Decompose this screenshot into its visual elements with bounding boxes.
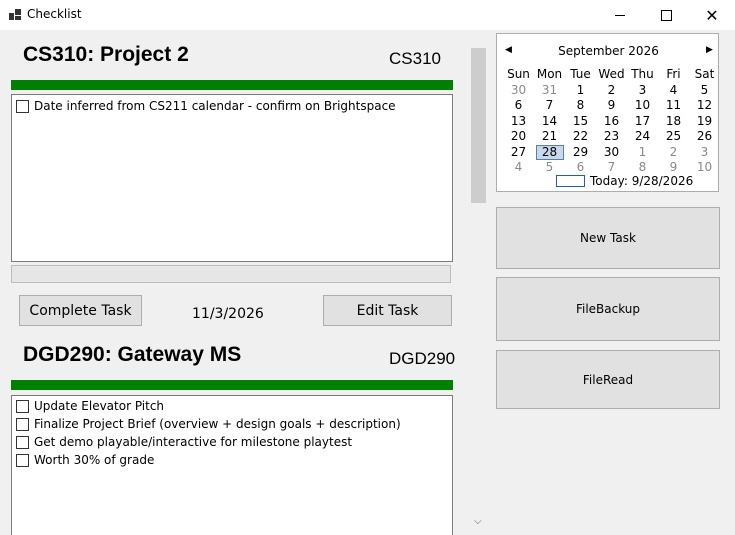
task-list-panel: CS310: Project 2 CS310 Date inferred fro… xyxy=(0,30,488,535)
checklist-item-label: Finalize Project Brief (overview + desig… xyxy=(34,417,401,431)
day-name: Mon xyxy=(536,67,563,81)
day-name: Fri xyxy=(666,67,681,81)
edit-task-button[interactable]: Edit Task xyxy=(323,295,452,326)
checkbox[interactable] xyxy=(16,417,29,431)
close-button[interactable]: ✕ xyxy=(689,0,735,30)
calendar-day[interactable]: 28 xyxy=(534,144,565,161)
calendar-day[interactable]: 1 xyxy=(627,145,658,161)
calendar-day[interactable]: 2 xyxy=(658,145,689,161)
progress-fill xyxy=(11,380,453,390)
maximize-icon xyxy=(660,9,672,21)
calendar-day[interactable]: 9 xyxy=(596,98,627,114)
new-task-button[interactable]: New Task xyxy=(496,207,720,269)
checkbox[interactable] xyxy=(16,435,29,449)
checklist-item[interactable]: Worth 30% of grade xyxy=(12,451,452,469)
calendar-day[interactable]: 3 xyxy=(689,145,720,161)
checkbox[interactable] xyxy=(16,99,29,113)
day-name: Sat xyxy=(694,67,715,81)
calendar-day[interactable]: 29 xyxy=(565,145,596,161)
calendar-day[interactable]: 12 xyxy=(689,98,720,114)
day-name: Sun xyxy=(507,67,530,81)
checklist-item-label: Date inferred from CS211 calendar - conf… xyxy=(34,99,396,113)
due-date: 11/3/2026 xyxy=(192,306,264,322)
checklist-item-label: Get demo playable/interactive for milest… xyxy=(34,435,353,449)
calendar-day[interactable]: 19 xyxy=(689,114,720,130)
calendar-grid: Sun Mon Tue Wed Thu Fri Sat 30 31 1 2 3 4 5 6 7 8 9 10 11 12… xyxy=(503,67,720,176)
calendar-day[interactable]: 1 xyxy=(565,83,596,99)
close-icon: ✕ xyxy=(705,5,719,25)
calendar-day[interactable]: 27 xyxy=(503,145,534,161)
calendar-day[interactable]: 7 xyxy=(534,98,565,114)
calendar-day[interactable]: 10 xyxy=(627,98,658,114)
calendar-day[interactable]: 4 xyxy=(503,160,534,176)
checklist-box[interactable]: Update Elevator Pitch Finalize Project B… xyxy=(11,395,453,535)
checklist-item[interactable]: Date inferred from CS211 calendar - conf… xyxy=(12,97,452,115)
today-marker-icon xyxy=(556,175,585,187)
complete-task-button[interactable]: Complete Task xyxy=(19,295,142,326)
calendar-day[interactable]: 15 xyxy=(565,114,596,130)
calendar-day[interactable]: 18 xyxy=(658,114,689,130)
checklist-box[interactable]: Date inferred from CS211 calendar - conf… xyxy=(11,94,453,262)
task-title: DGD290: Gateway MS xyxy=(23,343,242,366)
course-code: CS310 xyxy=(389,49,441,68)
calendar-day[interactable]: 4 xyxy=(658,83,689,99)
calendar-day[interactable]: 3 xyxy=(627,83,658,99)
calendar-day[interactable]: 31 xyxy=(534,83,565,99)
app-icon xyxy=(9,9,21,21)
next-month-icon[interactable]: ▶ xyxy=(706,45,713,55)
month-calendar[interactable]: ◀ September 2026 ▶ Sun Mon Tue Wed Thu Fri Sat… xyxy=(496,33,719,192)
checkbox[interactable] xyxy=(16,399,29,413)
calendar-day[interactable]: 5 xyxy=(689,83,720,99)
window-title: Checklist xyxy=(27,7,82,21)
checklist-item[interactable]: Update Elevator Pitch xyxy=(12,397,452,415)
calendar-day[interactable]: 13 xyxy=(503,114,534,130)
calendar-day[interactable]: 10 xyxy=(689,160,720,176)
vertical-scrollbar[interactable]: ⌵ xyxy=(470,30,487,535)
day-name: Wed xyxy=(598,67,625,81)
calendar-day[interactable]: 25 xyxy=(658,129,689,145)
minimize-icon xyxy=(615,14,625,16)
title-bar: Checklist ✕ xyxy=(0,0,735,30)
progress-fill xyxy=(11,80,453,90)
calendar-day[interactable]: 2 xyxy=(596,83,627,99)
calendar-day[interactable]: 8 xyxy=(565,98,596,114)
calendar-day[interactable]: 23 xyxy=(596,129,627,145)
calendar-day[interactable]: 6 xyxy=(503,98,534,114)
calendar-day[interactable]: 11 xyxy=(658,98,689,114)
calendar-today[interactable]: Today: 9/28/2026 xyxy=(556,174,693,188)
task-progress-bar xyxy=(11,80,453,90)
checkbox[interactable] xyxy=(16,453,29,467)
calendar-day[interactable]: 26 xyxy=(689,129,720,145)
checklist-item[interactable]: Finalize Project Brief (overview + desig… xyxy=(12,415,452,433)
checklist-item-label: Worth 30% of grade xyxy=(34,453,155,467)
task-progress-bar xyxy=(11,380,453,390)
calendar-day[interactable]: 21 xyxy=(534,129,565,145)
chevron-down-icon[interactable]: ⌵ xyxy=(474,516,482,527)
checklist-item[interactable]: Get demo playable/interactive for milest… xyxy=(12,433,452,451)
maximize-button[interactable] xyxy=(643,0,689,30)
calendar-day[interactable]: 16 xyxy=(596,114,627,130)
calendar-day[interactable]: 30 xyxy=(596,145,627,161)
horizontal-scrollbar[interactable] xyxy=(11,265,451,283)
day-name: Thu xyxy=(631,67,654,81)
minimize-button[interactable] xyxy=(597,0,643,30)
day-name: Tue xyxy=(570,67,591,81)
calendar-day[interactable]: 30 xyxy=(503,83,534,99)
file-read-button[interactable]: FileRead xyxy=(496,350,720,409)
calendar-day[interactable]: 22 xyxy=(565,129,596,145)
calendar-month-label[interactable]: September 2026 xyxy=(497,44,720,58)
today-label: Today: 9/28/2026 xyxy=(590,174,694,188)
calendar-day[interactable]: 14 xyxy=(534,114,565,130)
scrollbar-thumb[interactable] xyxy=(471,48,486,203)
calendar-day[interactable]: 20 xyxy=(503,129,534,145)
checklist-item-label: Update Elevator Pitch xyxy=(34,399,165,413)
course-code: DGD290 xyxy=(389,349,456,368)
calendar-day[interactable]: 24 xyxy=(627,129,658,145)
calendar-day[interactable]: 17 xyxy=(627,114,658,130)
task-title: CS310: Project 2 xyxy=(23,43,189,66)
file-backup-button[interactable]: FileBackup xyxy=(496,277,720,341)
